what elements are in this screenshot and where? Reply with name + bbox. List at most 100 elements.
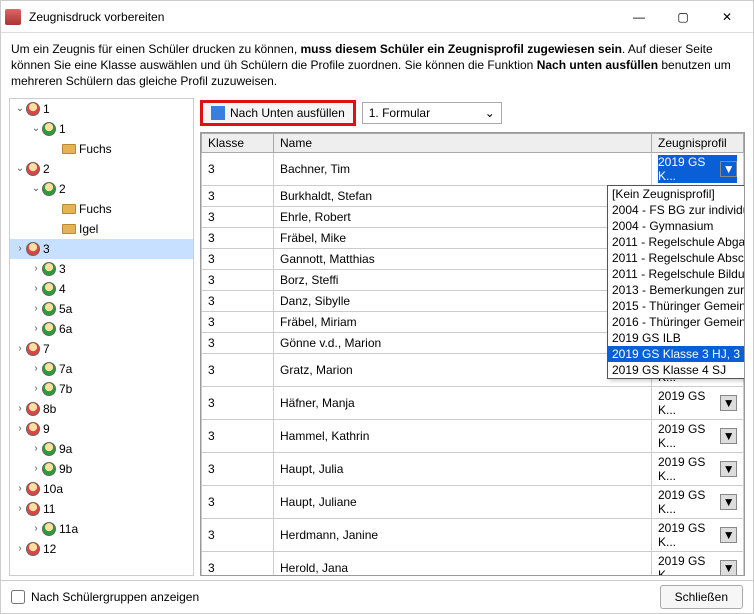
cell-name[interactable]: Gratz, Marion — [274, 353, 652, 386]
dropdown-option[interactable]: 2016 - Thüringer Gemeinschaftsschule Kla… — [608, 314, 745, 330]
dropdown-option[interactable]: [Kein Zeugnisprofil] — [608, 186, 745, 202]
cell-name[interactable]: Fräbel, Miriam — [274, 311, 652, 332]
minimize-button[interactable]: — — [617, 2, 661, 32]
tree-item[interactable]: ›4 — [10, 279, 193, 299]
cell-name[interactable]: Bachner, Tim — [274, 152, 652, 185]
profil-dropdown-button[interactable]: ▼ — [720, 161, 737, 177]
tree-item[interactable]: ⌄2 — [10, 179, 193, 199]
tree-item[interactable]: ›9a — [10, 439, 193, 459]
tree-item[interactable]: ›5a — [10, 299, 193, 319]
expand-icon[interactable]: ⌄ — [14, 103, 26, 114]
dropdown-option[interactable]: 2015 - Thüringer Gemeinschaftsschule Kla… — [608, 298, 745, 314]
expand-icon[interactable]: › — [14, 543, 26, 554]
tree-item[interactable]: ›3 — [10, 239, 193, 259]
table-row[interactable]: 3Herold, Jana2019 GS K...▼ — [202, 551, 744, 576]
dropdown-option[interactable]: 2011 - Regelschule Abschluss BG LF — [608, 250, 745, 266]
cell-klasse[interactable]: 3 — [202, 206, 274, 227]
cell-name[interactable]: Häfner, Manja — [274, 386, 652, 419]
expand-icon[interactable]: › — [14, 243, 26, 254]
cell-profil[interactable]: 2019 GS K...▼ — [652, 551, 744, 576]
table-row[interactable]: 3Herdmann, Janine2019 GS K...▼ — [202, 518, 744, 551]
class-tree[interactable]: ⌄1⌄1Fuchs⌄2⌄2FuchsIgel›3›3›4›5a›6a›7›7a›… — [9, 98, 194, 576]
profil-dropdown-button[interactable]: ▼ — [720, 560, 737, 576]
cell-klasse[interactable]: 3 — [202, 227, 274, 248]
groups-checkbox[interactable]: Nach Schülergruppen anzeigen — [11, 590, 199, 604]
expand-icon[interactable]: › — [30, 463, 42, 474]
dropdown-option[interactable]: 2013 - Bemerkungen zur Lernentwicklung — [608, 282, 745, 298]
tree-item[interactable]: ›7 — [10, 339, 193, 359]
cell-klasse[interactable]: 3 — [202, 386, 274, 419]
table-row[interactable]: 3Haupt, Julia2019 GS K...▼ — [202, 452, 744, 485]
cell-klasse[interactable]: 3 — [202, 311, 274, 332]
tree-item[interactable]: Igel — [10, 219, 193, 239]
expand-icon[interactable]: › — [14, 503, 26, 514]
cell-name[interactable]: Haupt, Julia — [274, 452, 652, 485]
table-row[interactable]: 3Hammel, Kathrin2019 GS K...▼ — [202, 419, 744, 452]
cell-name[interactable]: Ehrle, Robert — [274, 206, 652, 227]
profil-dropdown-button[interactable]: ▼ — [720, 527, 737, 543]
dropdown-option[interactable]: 2004 - FS BG zur individuellen Lebensbew… — [608, 202, 745, 218]
expand-icon[interactable]: › — [30, 303, 42, 314]
fill-down-button[interactable]: Nach Unten ausfüllen — [200, 100, 356, 126]
tree-item[interactable]: ›7b — [10, 379, 193, 399]
profil-dropdown-button[interactable]: ▼ — [720, 428, 737, 444]
tree-item[interactable]: ›7a — [10, 359, 193, 379]
tree-item[interactable]: Fuchs — [10, 139, 193, 159]
dropdown-option[interactable]: 2004 - Gymnasium — [608, 218, 745, 234]
expand-icon[interactable]: › — [30, 363, 42, 374]
cell-name[interactable]: Burkhaldt, Stefan — [274, 185, 652, 206]
tree-item[interactable]: ⌄1 — [10, 99, 193, 119]
tree-item[interactable]: ›9 — [10, 419, 193, 439]
dropdown-option[interactable]: 2019 GS Klasse 4 SJ — [608, 362, 745, 378]
dropdown-option[interactable]: 2011 - Regelschule Abgangszeugnis BG LF — [608, 234, 745, 250]
tree-item[interactable]: ›11a — [10, 519, 193, 539]
dropdown-option[interactable]: 2019 GS Klasse 3 HJ, 3 SJ und 4 HJ — [608, 346, 745, 362]
zeugnisprofil-dropdown[interactable]: [Kein Zeugnisprofil]2004 - FS BG zur ind… — [607, 185, 745, 379]
dropdown-option[interactable]: 2019 GS ILB — [608, 330, 745, 346]
col-header-name[interactable]: Name — [274, 133, 652, 152]
cell-profil[interactable]: 2019 GS K...▼ — [652, 518, 744, 551]
groups-checkbox-input[interactable] — [11, 590, 25, 604]
cell-klasse[interactable]: 3 — [202, 185, 274, 206]
profil-dropdown-button[interactable]: ▼ — [720, 494, 737, 510]
expand-icon[interactable]: › — [14, 403, 26, 414]
cell-klasse[interactable]: 3 — [202, 152, 274, 185]
col-header-profil[interactable]: Zeugnisprofil — [652, 133, 744, 152]
profil-dropdown-button[interactable]: ▼ — [720, 395, 737, 411]
cell-klasse[interactable]: 3 — [202, 290, 274, 311]
tree-item[interactable]: ›9b — [10, 459, 193, 479]
table-row[interactable]: 3Haupt, Juliane2019 GS K...▼ — [202, 485, 744, 518]
expand-icon[interactable]: › — [14, 423, 26, 434]
cell-klasse[interactable]: 3 — [202, 248, 274, 269]
cell-profil[interactable]: 2019 GS K...▼ — [652, 419, 744, 452]
expand-icon[interactable]: › — [14, 343, 26, 354]
cell-profil[interactable]: 2019 GS K...▼ — [652, 386, 744, 419]
cell-profil[interactable]: 2019 GS K...▼ — [652, 485, 744, 518]
close-button[interactable]: Schließen — [660, 585, 743, 609]
tree-item[interactable]: Fuchs — [10, 199, 193, 219]
cell-klasse[interactable]: 3 — [202, 452, 274, 485]
cell-klasse[interactable]: 3 — [202, 518, 274, 551]
expand-icon[interactable]: › — [30, 383, 42, 394]
cell-klasse[interactable]: 3 — [202, 551, 274, 576]
tree-item[interactable]: ⌄1 — [10, 119, 193, 139]
expand-icon[interactable]: › — [30, 443, 42, 454]
cell-klasse[interactable]: 3 — [202, 419, 274, 452]
cell-name[interactable]: Fräbel, Mike — [274, 227, 652, 248]
cell-name[interactable]: Gannott, Matthias — [274, 248, 652, 269]
tree-item[interactable]: ⌄2 — [10, 159, 193, 179]
cell-klasse[interactable]: 3 — [202, 485, 274, 518]
cell-name[interactable]: Hammel, Kathrin — [274, 419, 652, 452]
expand-icon[interactable]: ⌄ — [14, 163, 26, 174]
col-header-klasse[interactable]: Klasse — [202, 133, 274, 152]
cell-name[interactable]: Herdmann, Janine — [274, 518, 652, 551]
cell-name[interactable]: Danz, Sibylle — [274, 290, 652, 311]
students-grid[interactable]: Klasse Name Zeugnisprofil 3Bachner, Tim2… — [200, 132, 745, 576]
tree-item[interactable]: ›12 — [10, 539, 193, 559]
formular-select[interactable]: 1. Formular ⌄ — [362, 102, 502, 124]
cell-klasse[interactable]: 3 — [202, 269, 274, 290]
cell-klasse[interactable]: 3 — [202, 332, 274, 353]
tree-item[interactable]: ›10a — [10, 479, 193, 499]
tree-item[interactable]: ›8b — [10, 399, 193, 419]
dropdown-option[interactable]: 2011 - Regelschule Bildungsgang LF/ILB/G… — [608, 266, 745, 282]
